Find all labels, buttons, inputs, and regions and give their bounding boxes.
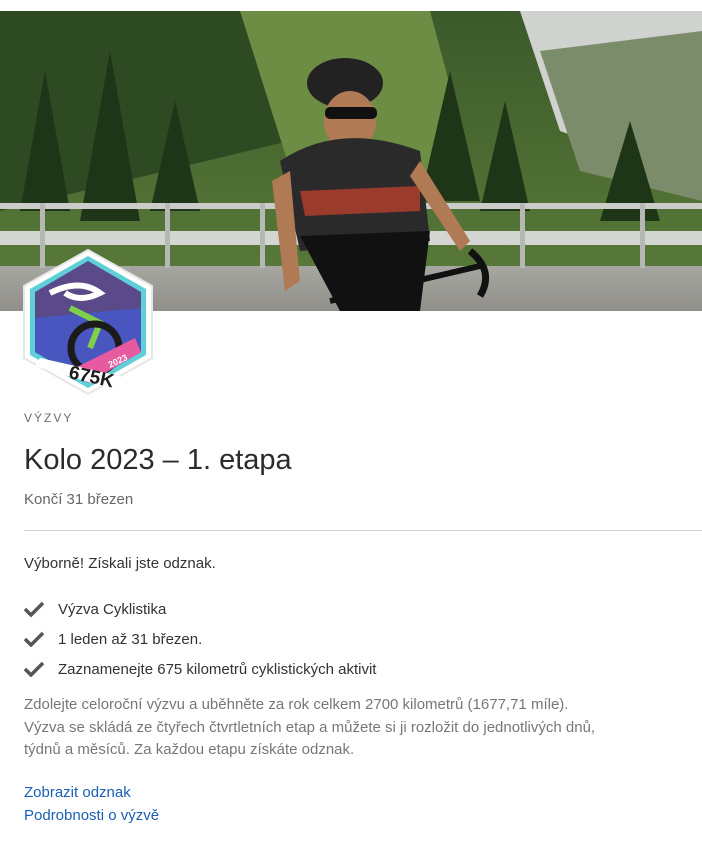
requirements-list: Výzva Cyklistika 1 leden až 31 březen. Z…	[24, 594, 376, 684]
divider	[24, 530, 702, 531]
page-title: Kolo 2023 – 1. etapa	[24, 444, 292, 476]
requirement-item: Zaznamenejte 675 kilometrů cyklistických…	[24, 654, 376, 684]
check-icon	[24, 661, 44, 677]
earned-message: Výborně! Získali jste odznak.	[24, 555, 216, 572]
challenge-badge: 675K 2023	[20, 248, 156, 396]
requirement-label: Výzva Cyklistika	[58, 600, 167, 618]
requirement-item: 1 leden až 31 březen.	[24, 624, 376, 654]
check-icon	[24, 601, 44, 617]
links: Zobrazit odznak Podrobnosti o výzvě	[24, 782, 159, 827]
requirement-label: Zaznamenejte 675 kilometrů cyklistických…	[58, 660, 377, 678]
check-icon	[24, 631, 44, 647]
challenge-details-link[interactable]: Podrobnosti o výzvě	[24, 805, 159, 828]
requirement-item: Výzva Cyklistika	[24, 594, 376, 624]
show-badge-link[interactable]: Zobrazit odznak	[24, 782, 159, 805]
section-eyebrow: VÝZVY	[24, 411, 74, 425]
challenge-description: Zdolejte celoroční výzvu a uběhněte za r…	[24, 696, 596, 758]
requirement-label: 1 leden až 31 březen.	[58, 630, 203, 648]
end-date: Končí 31 březen	[24, 491, 134, 508]
